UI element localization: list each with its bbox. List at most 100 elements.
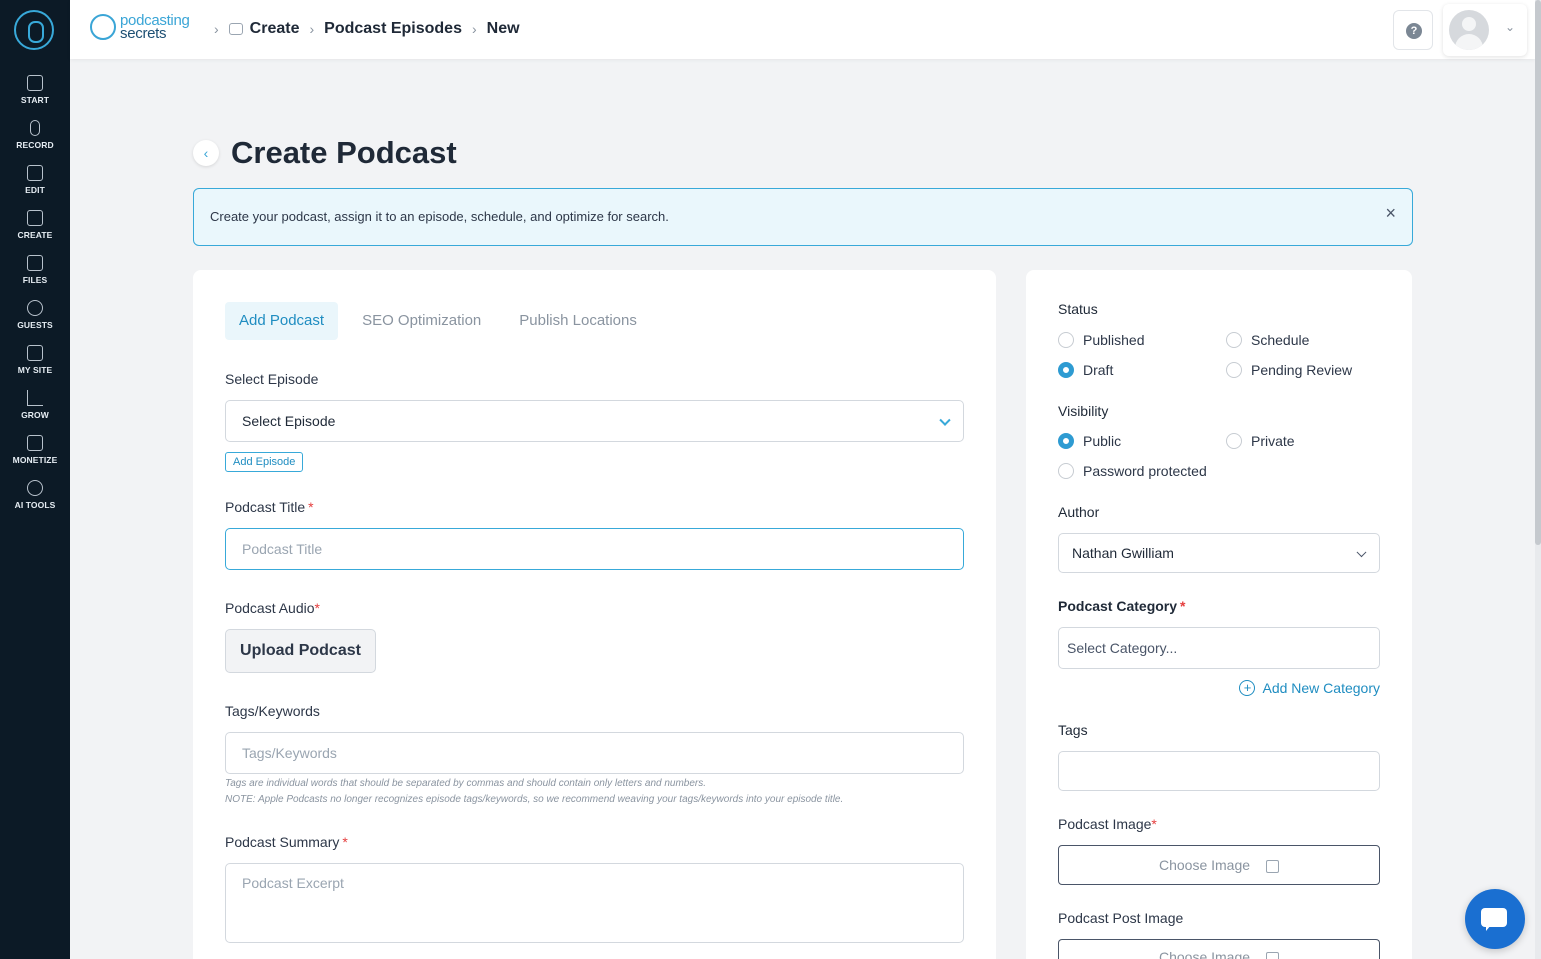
- sidebar-item-label: RECORD: [16, 140, 54, 150]
- chart-icon: [27, 390, 43, 406]
- radio-label: Private: [1251, 433, 1295, 449]
- episode-label: Select Episode: [225, 371, 319, 387]
- radio-icon: [1226, 362, 1242, 378]
- tab-seo-optimization[interactable]: SEO Optimization: [348, 302, 495, 340]
- back-button[interactable]: ‹: [193, 140, 219, 166]
- chat-bubble-icon: [1481, 908, 1507, 931]
- brand-mark-icon: [90, 14, 116, 40]
- visibility-label: Visibility: [1058, 403, 1109, 419]
- status-radio-pending-review[interactable]: Pending Review: [1226, 362, 1352, 378]
- required-mark: *: [308, 499, 314, 515]
- category-label-text: Podcast Category: [1058, 598, 1178, 614]
- podcast-title-input[interactable]: Podcast Title: [225, 528, 964, 570]
- podcast-form-card: Add Podcast SEO Optimization Publish Loc…: [193, 270, 996, 959]
- guests-icon: [27, 300, 43, 316]
- chevron-down-icon: [1356, 547, 1367, 558]
- audio-label: Podcast Audio*: [225, 600, 320, 616]
- sidebar-item-create[interactable]: CREATE: [0, 210, 70, 250]
- add-episode-button[interactable]: Add Episode: [225, 452, 304, 472]
- status-radio-draft[interactable]: Draft: [1058, 362, 1113, 378]
- category-select-placeholder: Select Category...: [1067, 640, 1178, 656]
- category-select[interactable]: Select Category...: [1058, 627, 1380, 669]
- podcast-image-label-text: Podcast Image: [1058, 816, 1152, 832]
- ai-icon: [27, 480, 43, 496]
- podcast-title-placeholder: Podcast Title: [242, 541, 323, 557]
- tab-add-podcast[interactable]: Add Podcast: [225, 302, 339, 340]
- add-new-category-button[interactable]: + Add New Category: [1239, 680, 1380, 696]
- edit-icon: [27, 165, 43, 181]
- breadcrumb-podcast-episodes[interactable]: Podcast Episodes: [324, 20, 462, 38]
- required-mark: *: [314, 600, 320, 616]
- tags-keywords-input[interactable]: Tags/Keywords: [225, 732, 964, 774]
- summary-label: Podcast Summary *: [225, 834, 348, 850]
- sidebar: START RECORD EDIT CREATE FILES GUESTS MY…: [0, 0, 70, 959]
- scrollbar-thumb[interactable]: [1535, 0, 1541, 545]
- radio-icon: [1226, 433, 1242, 449]
- title-label: Podcast Title *: [225, 499, 314, 515]
- monetize-icon: [27, 435, 43, 451]
- podcast-image-label: Podcast Image*: [1058, 816, 1157, 832]
- visibility-radio-private[interactable]: Private: [1226, 433, 1295, 449]
- tags-input[interactable]: [1058, 751, 1380, 791]
- radio-icon: [1058, 463, 1074, 479]
- radio-selected-icon: [1058, 433, 1074, 449]
- breadcrumb-create[interactable]: Create: [250, 20, 300, 38]
- sidebar-item-label: MY SITE: [17, 365, 53, 375]
- radio-label: Pending Review: [1251, 362, 1353, 378]
- upload-podcast-button[interactable]: Upload Podcast: [225, 629, 376, 673]
- tags-keywords-label: Tags/Keywords: [225, 703, 320, 719]
- top-header: podcasting secrets › Create › Podcast Ep…: [70, 0, 1535, 59]
- visibility-radio-public[interactable]: Public: [1058, 433, 1121, 449]
- choose-image-button[interactable]: Choose Image: [1058, 845, 1380, 885]
- home-icon: [27, 75, 43, 91]
- close-icon[interactable]: ×: [1385, 203, 1396, 224]
- choose-post-image-button[interactable]: Choose Image: [1058, 939, 1380, 959]
- user-menu-button[interactable]: ⌄: [1443, 4, 1527, 56]
- sidebar-item-guests[interactable]: GUESTS: [0, 300, 70, 340]
- page-scrollbar[interactable]: [1535, 0, 1541, 959]
- banner-message: Create your podcast, assign it to an epi…: [210, 209, 669, 224]
- status-radio-schedule[interactable]: Schedule: [1226, 332, 1309, 348]
- tab-publish-locations[interactable]: Publish Locations: [505, 302, 651, 340]
- sidebar-item-label: AI TOOLS: [14, 500, 56, 510]
- publish-settings-card: Status Published Schedule Draft Pending …: [1026, 270, 1412, 959]
- tags-hint: Tags are individual words that should be…: [225, 778, 707, 789]
- create-icon: [27, 210, 43, 226]
- sidebar-item-label: START: [20, 95, 50, 105]
- sidebar-item-ai-tools[interactable]: AI TOOLS: [0, 480, 70, 520]
- required-mark: *: [1151, 816, 1157, 832]
- brand-text-bottom: secrets: [120, 25, 167, 42]
- author-select[interactable]: Nathan Gwilliam: [1058, 533, 1380, 573]
- chevron-left-icon: ‹: [203, 145, 209, 161]
- radio-label: Password protected: [1083, 463, 1207, 479]
- upload-icon: [1266, 859, 1280, 873]
- sidebar-item-start[interactable]: START: [0, 75, 70, 115]
- app-logo-icon[interactable]: [14, 10, 54, 50]
- radio-label: Schedule: [1251, 332, 1310, 348]
- author-label: Author: [1058, 504, 1100, 520]
- sidebar-item-files[interactable]: FILES: [0, 255, 70, 295]
- podcast-summary-textarea[interactable]: Podcast Excerpt: [225, 863, 964, 943]
- chat-support-button[interactable]: [1465, 889, 1525, 949]
- form-tabs: Add Podcast SEO Optimization Publish Loc…: [225, 302, 661, 340]
- files-icon: [27, 255, 43, 271]
- radio-selected-icon: [1058, 362, 1074, 378]
- sidebar-item-label: GROW: [21, 410, 49, 420]
- sidebar-item-monetize[interactable]: MONETIZE: [0, 435, 70, 475]
- sidebar-item-grow[interactable]: GROW: [0, 390, 70, 430]
- site-icon: [27, 345, 43, 361]
- status-radio-published[interactable]: Published: [1058, 332, 1145, 348]
- create-icon: [228, 23, 243, 35]
- sidebar-item-label: FILES: [22, 275, 48, 285]
- summary-label-text: Podcast Summary: [225, 834, 340, 850]
- help-button[interactable]: ?: [1393, 10, 1433, 50]
- sidebar-item-my-site[interactable]: MY SITE: [0, 345, 70, 385]
- upload-icon: [1266, 951, 1280, 959]
- title-label-text: Podcast Title: [225, 499, 306, 515]
- visibility-radio-password[interactable]: Password protected: [1058, 463, 1207, 479]
- sidebar-item-record[interactable]: RECORD: [0, 120, 70, 160]
- episode-select[interactable]: Select Episode: [225, 400, 964, 442]
- sidebar-item-label: EDIT: [25, 185, 45, 195]
- chevron-right-icon: ›: [471, 21, 477, 37]
- sidebar-item-edit[interactable]: EDIT: [0, 165, 70, 205]
